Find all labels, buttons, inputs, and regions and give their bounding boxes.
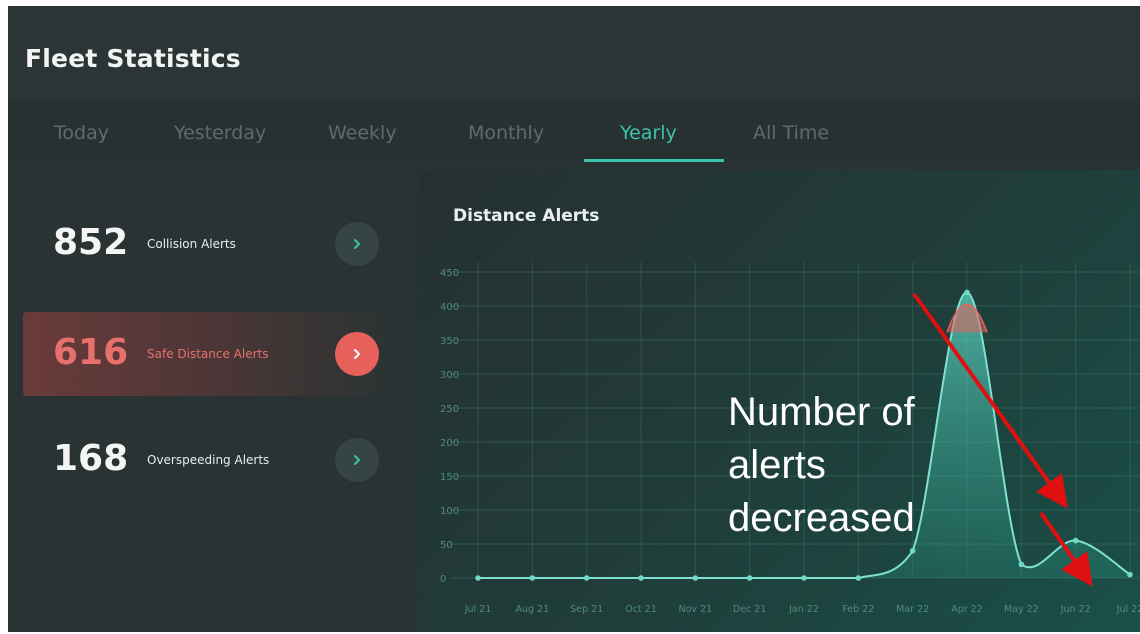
stat-overspeeding-alerts[interactable]: 168 Overspeeding Alerts bbox=[23, 418, 393, 502]
stat-value: 852 bbox=[53, 222, 129, 263]
data-point[interactable] bbox=[1072, 537, 1079, 544]
x-tick-label: Nov 21 bbox=[679, 604, 713, 615]
stat-value: 168 bbox=[53, 438, 129, 479]
y-tick-label: 250 bbox=[440, 404, 459, 415]
chevron-right-icon bbox=[354, 239, 360, 249]
x-tick-label: May 22 bbox=[1004, 604, 1039, 615]
y-tick-label: 150 bbox=[440, 472, 459, 483]
x-tick-label: Jul 21 bbox=[464, 604, 492, 615]
data-point[interactable] bbox=[855, 575, 862, 581]
x-tick-label: Feb 22 bbox=[842, 604, 874, 615]
data-point[interactable] bbox=[1127, 571, 1133, 578]
x-tick-label: Jan 22 bbox=[788, 604, 819, 615]
tab-monthly[interactable]: Monthly bbox=[468, 122, 544, 144]
stat-label: Collision Alerts bbox=[147, 237, 236, 251]
data-point[interactable] bbox=[746, 575, 753, 581]
x-tick-label: Aug 21 bbox=[515, 604, 549, 615]
stat-value: 616 bbox=[53, 332, 129, 373]
app-window: Fleet Statistics Today Yesterday Weekly … bbox=[8, 6, 1140, 632]
active-tab-indicator bbox=[584, 159, 724, 162]
data-point[interactable] bbox=[964, 289, 970, 296]
x-tick-label: Jul 22 bbox=[1116, 604, 1140, 615]
header: Fleet Statistics bbox=[8, 6, 1140, 98]
tab-yesterday[interactable]: Yesterday bbox=[174, 122, 266, 144]
stat-label: Safe Distance Alerts bbox=[147, 347, 269, 361]
y-tick-label: 450 bbox=[440, 268, 459, 279]
data-point[interactable] bbox=[475, 575, 481, 581]
chevron-right-icon bbox=[354, 349, 360, 359]
x-tick-label: Mar 22 bbox=[896, 604, 929, 615]
data-point[interactable] bbox=[529, 575, 536, 581]
tab-weekly[interactable]: Weekly bbox=[328, 122, 397, 144]
peak-highlight bbox=[946, 303, 988, 333]
annotation-text: Number of alerts decreased bbox=[728, 386, 915, 545]
y-tick-label: 0 bbox=[440, 574, 446, 585]
collision-alerts-button[interactable] bbox=[335, 222, 379, 266]
annotation-line: decreased bbox=[728, 496, 915, 540]
data-point[interactable] bbox=[909, 548, 916, 554]
page-title: Fleet Statistics bbox=[25, 44, 241, 73]
x-tick-label: Jun 22 bbox=[1060, 604, 1091, 615]
annotation-line: Number of bbox=[728, 390, 915, 434]
annotation-line: alerts bbox=[728, 443, 826, 487]
y-tick-label: 300 bbox=[440, 370, 459, 381]
data-point[interactable] bbox=[1018, 561, 1025, 568]
x-tick-label: Oct 21 bbox=[625, 604, 657, 615]
chevron-right-icon bbox=[354, 455, 360, 465]
data-point[interactable] bbox=[692, 575, 699, 581]
y-tick-label: 200 bbox=[440, 438, 459, 449]
data-point[interactable] bbox=[638, 575, 644, 581]
stat-collision-alerts[interactable]: 852 Collision Alerts bbox=[23, 202, 393, 286]
stat-safe-distance-alerts[interactable]: 616 Safe Distance Alerts bbox=[23, 312, 393, 396]
overspeeding-alerts-button[interactable] bbox=[335, 438, 379, 482]
stat-label: Overspeeding Alerts bbox=[147, 453, 270, 467]
tab-all-time[interactable]: All Time bbox=[753, 122, 829, 144]
tab-today[interactable]: Today bbox=[54, 122, 109, 144]
x-tick-label: Apr 22 bbox=[951, 604, 983, 615]
x-tick-label: Dec 21 bbox=[733, 604, 767, 615]
safe-distance-alerts-button[interactable] bbox=[335, 332, 379, 376]
y-tick-label: 100 bbox=[440, 506, 459, 517]
y-tick-label: 350 bbox=[440, 336, 459, 347]
y-tick-label: 50 bbox=[440, 540, 453, 551]
tab-bar: Today Yesterday Weekly Monthly Yearly Al… bbox=[8, 98, 1140, 164]
data-point[interactable] bbox=[583, 575, 590, 581]
data-point[interactable] bbox=[801, 575, 807, 581]
tab-yearly[interactable]: Yearly bbox=[620, 122, 677, 144]
x-tick-label: Sep 21 bbox=[570, 604, 603, 615]
y-tick-label: 400 bbox=[440, 302, 459, 313]
